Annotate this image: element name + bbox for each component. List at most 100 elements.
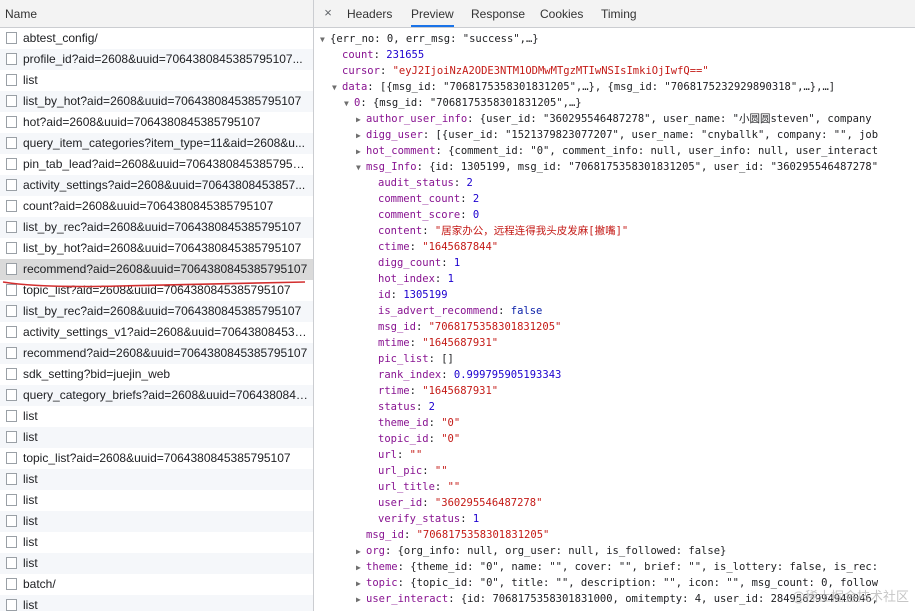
- json-line[interactable]: ▶ author_user_info: {user_id: "3602955464…: [356, 111, 872, 127]
- json-line[interactable]: ▶ theme: {theme_id: "0", name: "", cover:…: [356, 559, 878, 575]
- json-key: msg_id: [366, 529, 404, 541]
- request-row[interactable]: query_item_categories?item_type=11&aid=2…: [0, 133, 313, 154]
- request-row[interactable]: list_by_hot?aid=2608&uuid=70643808453857…: [0, 91, 313, 112]
- tab-headers[interactable]: Headers: [347, 0, 392, 27]
- request-row[interactable]: recommend?aid=2608&uuid=7064380845385795…: [0, 343, 313, 364]
- json-value: "1645687931": [422, 385, 499, 397]
- json-value: :: [396, 449, 410, 461]
- json-key: url: [378, 449, 397, 461]
- request-name: list: [23, 409, 38, 423]
- json-line[interactable]: ▶ hot_comment: {comment_id: "0", comment_…: [356, 143, 878, 159]
- request-name: count?aid=2608&uuid=7064380845385795107: [23, 199, 274, 213]
- request-row[interactable]: abtest_config/: [0, 28, 313, 49]
- request-row[interactable]: batch/: [0, 574, 313, 595]
- request-row[interactable]: list: [0, 427, 313, 448]
- expand-triangle-icon[interactable]: ▼: [320, 32, 330, 48]
- file-icon: [6, 578, 17, 590]
- file-icon: [6, 536, 17, 548]
- tab-response[interactable]: Response: [471, 0, 525, 27]
- collapse-triangle-icon[interactable]: ▶: [356, 128, 366, 144]
- json-value: :: [409, 337, 423, 349]
- json-value: 0: [472, 209, 480, 221]
- request-list-panel: Name abtest_config/profile_id?aid=2608&u…: [0, 0, 314, 611]
- json-value: 0.999795905193343: [453, 369, 562, 381]
- json-line: theme_id: "0": [368, 415, 460, 431]
- request-row[interactable]: recommend?aid=2608&uuid=7064380845385795…: [0, 259, 313, 280]
- expand-triangle-icon[interactable]: ▼: [332, 80, 342, 96]
- detail-tab-bar: × Headers Preview Response Cookies Timin…: [314, 0, 915, 28]
- expand-triangle-icon[interactable]: ▼: [344, 96, 354, 112]
- request-name: list_by_rec?aid=2608&uuid=70643808453857…: [23, 220, 302, 234]
- json-preview: ▼ {err_no: 0, err_msg: "success",…} count:…: [314, 28, 915, 611]
- tab-cookies[interactable]: Cookies: [540, 0, 583, 27]
- json-value: :: [403, 529, 417, 541]
- json-key: user_id: [378, 497, 423, 509]
- request-row[interactable]: list: [0, 469, 313, 490]
- request-row[interactable]: list: [0, 553, 313, 574]
- json-value: "": [409, 449, 423, 461]
- request-row[interactable]: list: [0, 490, 313, 511]
- json-key: msg_Info: [366, 161, 417, 173]
- json-line[interactable]: ▼ {err_no: 0, err_msg: "success",…}: [320, 31, 539, 47]
- request-name: sdk_setting?bid=juejin_web: [23, 367, 171, 381]
- collapse-triangle-icon[interactable]: ▶: [356, 112, 366, 128]
- file-icon: [6, 200, 17, 212]
- json-value: :: [453, 177, 467, 189]
- request-row[interactable]: list: [0, 511, 313, 532]
- file-icon: [6, 305, 17, 317]
- json-key: topic_id: [378, 433, 429, 445]
- collapse-triangle-icon[interactable]: ▶: [356, 560, 366, 576]
- close-icon[interactable]: ×: [321, 6, 335, 20]
- json-line[interactable]: ▶ org: {org_info: null, org_user: null, i…: [356, 543, 726, 559]
- json-line[interactable]: ▶ digg_user: [{user_id: "1521379823077207…: [356, 127, 878, 143]
- json-value: :: [415, 321, 429, 333]
- request-row[interactable]: list_by_hot?aid=2608&uuid=70643808453857…: [0, 238, 313, 259]
- collapse-triangle-icon[interactable]: ▶: [356, 144, 366, 160]
- request-row[interactable]: list: [0, 70, 313, 91]
- request-row[interactable]: list: [0, 406, 313, 427]
- request-row[interactable]: count?aid=2608&uuid=7064380845385795107: [0, 196, 313, 217]
- json-value: : {comment_id: "0", comment_info: null, …: [435, 145, 879, 157]
- request-row[interactable]: list_by_rec?aid=2608&uuid=70643808453857…: [0, 217, 313, 238]
- collapse-triangle-icon[interactable]: ▶: [356, 576, 366, 592]
- json-line[interactable]: ▼ data: [{msg_id: "7068175358301831205",……: [332, 79, 835, 95]
- json-value: "1645687931": [422, 337, 499, 349]
- json-line[interactable]: ▼ msg_Info: {id: 1305199, msg_id: "706817…: [356, 159, 878, 175]
- request-row[interactable]: topic_list?aid=2608&uuid=706438084538579…: [0, 280, 313, 301]
- collapse-triangle-icon[interactable]: ▶: [356, 592, 366, 608]
- expand-triangle-icon[interactable]: ▼: [356, 160, 366, 176]
- request-row[interactable]: activity_settings?aid=2608&uuid=70643808…: [0, 175, 313, 196]
- json-line: cursor: "eyJ2IjoiNzA2ODE3NTM1ODMwMTgzMTI…: [332, 63, 709, 79]
- tab-preview[interactable]: Preview: [411, 0, 454, 27]
- request-name: list: [23, 598, 38, 611]
- request-row[interactable]: list: [0, 595, 313, 611]
- json-value: :: [422, 225, 435, 237]
- json-line[interactable]: ▼ 0: {msg_id: "7068175358301831205",…}: [344, 95, 582, 111]
- file-icon: [6, 74, 17, 86]
- json-line: rtime: "1645687931": [368, 383, 498, 399]
- request-row[interactable]: profile_id?aid=2608&uuid=706438084538579…: [0, 49, 313, 70]
- request-name: recommend?aid=2608&uuid=7064380845385795…: [23, 262, 308, 276]
- request-row[interactable]: hot?aid=2608&uuid=7064380845385795107: [0, 112, 313, 133]
- request-name: list_by_hot?aid=2608&uuid=70643808453857…: [23, 241, 302, 255]
- json-value: "1645687844": [422, 241, 499, 253]
- json-key: verify_status: [378, 513, 461, 525]
- json-value: : [{user_id: "1521379823077207", user_na…: [422, 129, 879, 141]
- request-row[interactable]: list: [0, 532, 313, 553]
- request-row[interactable]: list_by_rec?aid=2608&uuid=70643808453857…: [0, 301, 313, 322]
- request-name: activity_settings_v1?aid=2608&uuid=70643…: [23, 325, 309, 339]
- tab-timing[interactable]: Timing: [601, 0, 637, 27]
- request-row[interactable]: topic_list?aid=2608&uuid=706438084538579…: [0, 448, 313, 469]
- request-row[interactable]: query_category_briefs?aid=2608&uuid=7064…: [0, 385, 313, 406]
- collapse-triangle-icon[interactable]: ▶: [356, 544, 366, 560]
- name-column-header[interactable]: Name: [0, 0, 313, 28]
- json-value: : [{msg_id: "7068175358301831205",…}, {m…: [367, 81, 836, 93]
- request-row[interactable]: activity_settings_v1?aid=2608&uuid=70643…: [0, 322, 313, 343]
- request-row[interactable]: sdk_setting?bid=juejin_web: [0, 364, 313, 385]
- json-key: is_advert_recommend: [378, 305, 499, 317]
- json-line: hot_index: 1: [368, 271, 454, 287]
- file-icon: [6, 116, 17, 128]
- json-key: cursor: [342, 65, 380, 77]
- request-row[interactable]: pin_tab_lead?aid=2608&uuid=7064380845385…: [0, 154, 313, 175]
- watermark-text: @稀土掘金技术社区: [791, 590, 909, 605]
